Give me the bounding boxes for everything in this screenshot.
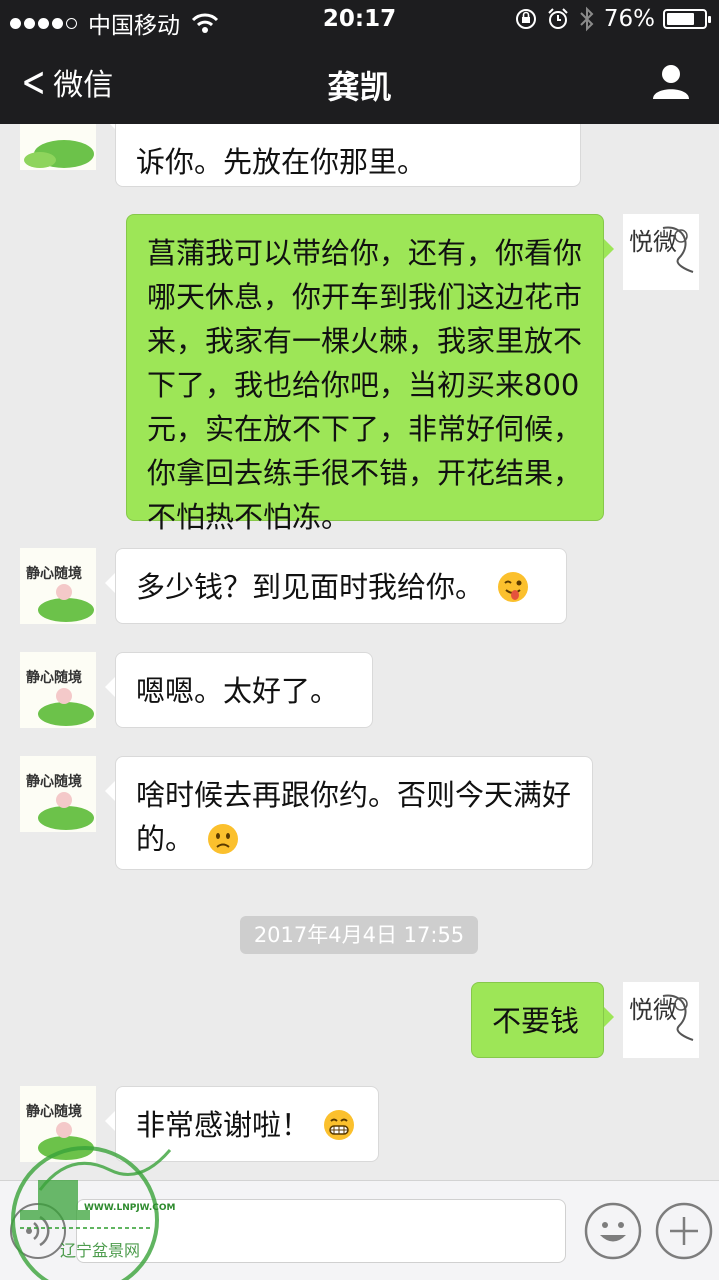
input-bar <box>0 1180 719 1280</box>
my-avatar[interactable]: 悦微 <box>623 982 699 1058</box>
friend-avatar[interactable]: 静心随境 <box>20 548 96 624</box>
voice-icon <box>26 1215 50 1247</box>
battery-percent: 76% <box>603 6 655 32</box>
message-bubble[interactable]: 嗯嗯。太好了。 <box>105 652 373 728</box>
friend-avatar[interactable]: 静心随境 <box>20 652 96 728</box>
orientation-lock-icon <box>515 9 536 29</box>
friend-avatar[interactable]: 静心随境 <box>20 756 96 832</box>
avatar-label: 静心随境 <box>26 669 82 686</box>
message-text: 非常感谢啦！ <box>136 1108 311 1142</box>
message-bubble[interactable]: 不要钱 <box>471 982 614 1058</box>
emoji-icon[interactable] <box>584 1202 642 1260</box>
my-avatar[interactable]: 悦微 <box>623 214 699 290</box>
message-text: 啥时候去再跟你约。否则今天满好的。 <box>136 778 572 856</box>
chat-title: 龚凯 <box>327 68 392 106</box>
battery-level <box>667 13 695 25</box>
timestamp: 2017年4月4日 17:55 <box>240 916 478 954</box>
message-text: 多少钱？到见面时我给你。 <box>136 570 485 604</box>
message-bubble[interactable]: 多少钱？到见面时我给你。 <box>105 548 567 624</box>
frowning-emoji <box>208 824 239 854</box>
status-right: 76% <box>506 6 711 32</box>
alarm-icon <box>548 8 568 29</box>
message-input[interactable] <box>76 1199 566 1263</box>
plus-icon[interactable] <box>655 1202 713 1260</box>
nav-bar: < 微信 龚凯 <box>0 40 719 124</box>
avatar-label: 静心随境 <box>26 773 82 790</box>
status-bar: 中国移动 20:17 76% <box>0 0 719 40</box>
person-icon[interactable] <box>651 64 691 100</box>
bluetooth-icon <box>580 6 594 32</box>
friend-avatar[interactable]: 静心随境 <box>20 1086 96 1162</box>
battery-icon <box>663 9 711 29</box>
voice-button[interactable] <box>10 1203 66 1259</box>
message-text: 菖蒲我可以带给你，还有，你看你哪天休息，你开车到我们这边花市来，我家有一棵火棘，… <box>147 236 583 534</box>
message-text: 不要钱 <box>492 1004 580 1038</box>
message-bubble[interactable]: 非常感谢啦！ <box>105 1086 379 1162</box>
grinning-emoji <box>324 1110 355 1140</box>
message-bubble[interactable]: 啥时候去再跟你约。否则今天满好的。 <box>105 756 593 870</box>
message-text: 嗯嗯。太好了。 <box>136 674 340 708</box>
friend-avatar[interactable] <box>20 124 96 170</box>
winking-tongue-emoji <box>498 572 529 602</box>
avatar-label: 悦微 <box>629 996 677 1024</box>
message-bubble[interactable]: 菖蒲我可以带给你，还有，你看你哪天休息，你开车到我们这边花市来，我家有一棵火棘，… <box>126 214 614 534</box>
message-text: 诉你。先放在你那里。 <box>136 145 427 179</box>
avatar-label: 静心随境 <box>26 1103 82 1120</box>
avatar-label: 静心随境 <box>26 565 82 582</box>
message-list[interactable]: 诉你。先放在你那里。 悦微 菖蒲我可以带给你，还有，你看你哪天休息，你开车到我们… <box>0 124 719 1180</box>
message-bubble[interactable]: 诉你。先放在你那里。 <box>105 124 581 187</box>
avatar-label: 悦微 <box>629 228 677 256</box>
